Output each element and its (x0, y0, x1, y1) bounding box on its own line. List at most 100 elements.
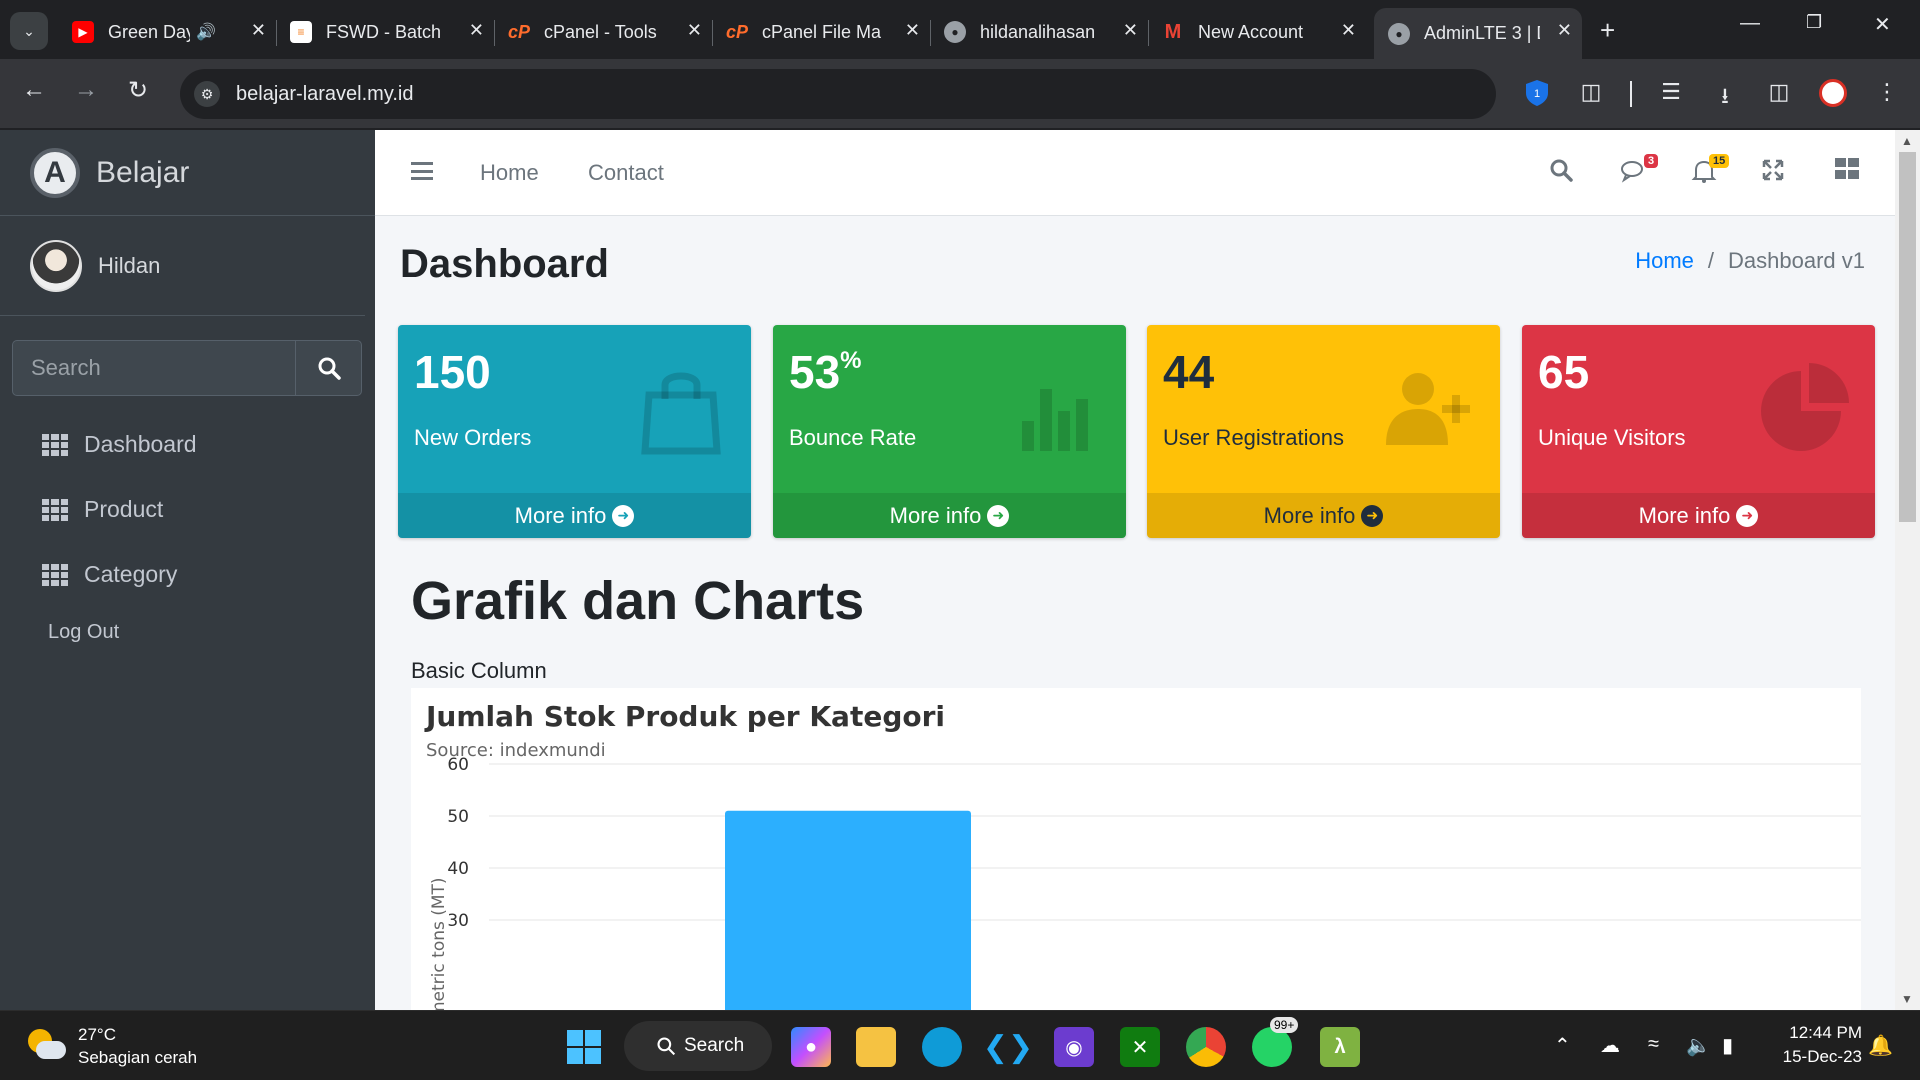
brand-text: Belajar (96, 155, 190, 189)
whatsapp-icon[interactable]: 99+ (1252, 1017, 1299, 1067)
browser-tab[interactable]: M New Account ✕ (1148, 10, 1366, 54)
column-chart: 60 50 40 30metric tons (MT) (429, 755, 1861, 1010)
control-sidebar-icon[interactable] (1835, 158, 1859, 187)
bitwarden-extension-icon[interactable]: 1 (1522, 79, 1552, 113)
restore-window-icon[interactable]: ❐ (1806, 12, 1822, 33)
battery-icon[interactable]: ▮ (1722, 1033, 1733, 1058)
page-scrollbar[interactable]: ▲ ▼ (1895, 130, 1920, 1010)
close-tab-icon[interactable]: ✕ (251, 20, 266, 41)
messages-badge: 3 (1644, 154, 1659, 168)
profile-avatar-icon[interactable] (1818, 79, 1848, 107)
notifications-bell-icon[interactable]: 15 (1691, 154, 1730, 191)
reload-icon[interactable]: ↻ (128, 76, 148, 105)
arrow-circle-right-icon: ➜ (1361, 504, 1384, 527)
scrollbar-thumb[interactable] (1899, 152, 1916, 522)
more-info-link[interactable]: More info ➜ (398, 493, 751, 538)
chart-card: Jumlah Stok Produk per Kategori Source: … (411, 688, 1861, 1010)
close-window-icon[interactable]: ✕ (1874, 12, 1891, 37)
browser-tab[interactable]: ≡ FSWD - Batch ✕ (276, 10, 495, 54)
edge-icon[interactable] (922, 1027, 962, 1067)
windows-start-icon[interactable] (564, 1027, 604, 1067)
grid-icon (42, 498, 68, 521)
chrome-icon[interactable] (1186, 1027, 1226, 1067)
side-panel-icon[interactable]: ◫ (1764, 79, 1794, 105)
user-panel[interactable]: Hildan (0, 216, 365, 316)
content-wrapper: Home Contact 3 15 Dashboard Home / Dashb… (375, 130, 1895, 1010)
weather-widget[interactable]: 27°C Sebagian cerah (26, 1023, 197, 1069)
wifi-icon[interactable]: ≈ (1648, 1033, 1659, 1056)
sidebar-search-input[interactable] (12, 340, 295, 396)
chart-bar[interactable] (725, 810, 971, 1010)
hamburger-menu-icon[interactable] (411, 162, 433, 180)
extensions-puzzle-icon[interactable]: ◫ (1576, 79, 1606, 105)
partly-cloudy-icon (26, 1029, 66, 1063)
onedrive-cloud-icon[interactable]: ☁ (1600, 1033, 1620, 1058)
close-tab-icon[interactable]: ✕ (905, 20, 920, 41)
close-tab-icon[interactable]: ✕ (1123, 20, 1138, 41)
nav-link-contact[interactable]: Contact (588, 160, 664, 186)
sidebar-item-dashboard[interactable]: Dashboard (0, 412, 375, 477)
browser-tab-active[interactable]: ● AdminLTE 3 | D ✕ (1374, 8, 1582, 59)
close-tab-icon[interactable]: ✕ (687, 20, 702, 41)
minimize-window-icon[interactable]: — (1740, 12, 1760, 35)
show-hidden-icons-chevron-icon[interactable]: ⌃ (1554, 1033, 1571, 1058)
shopping-bag-icon (641, 372, 721, 455)
arrow-circle-right-icon: ➜ (1736, 504, 1759, 527)
notification-bell-icon[interactable]: 🔔 (1868, 1033, 1893, 1058)
chart-y-tick-label: 50 (447, 807, 469, 827)
media-control-icon[interactable]: ☰ (1656, 79, 1686, 105)
sidebar-item-category[interactable]: Category (0, 542, 375, 607)
new-tab-button[interactable]: + (1600, 15, 1615, 46)
more-info-link[interactable]: More info ➜ (1147, 493, 1500, 538)
tab-title: hildanalihasan (980, 21, 1096, 42)
chart-y-axis-label: metric tons (MT) (429, 877, 449, 1010)
back-icon[interactable]: ← (22, 76, 46, 104)
scroll-down-icon[interactable]: ▼ (1901, 992, 1913, 1006)
close-tab-icon[interactable]: ✕ (1341, 20, 1356, 41)
address-bar[interactable]: ⚙ belajar-laravel.my.id (180, 69, 1496, 119)
file-explorer-icon[interactable] (856, 1027, 896, 1067)
download-icon[interactable]: ⭳ (1710, 79, 1740, 117)
sidebar-item-label: Product (84, 496, 164, 522)
more-info-link[interactable]: More info ➜ (1522, 493, 1875, 538)
vscode-icon[interactable]: ❮❯ (983, 1027, 1033, 1067)
brand-link[interactable]: A Belajar (0, 130, 375, 216)
box-value: 53% (789, 346, 862, 398)
pie-chart-icon (1761, 363, 1849, 451)
url-text[interactable]: belajar-laravel.my.id (236, 83, 413, 106)
taskbar-search[interactable]: Search (624, 1021, 772, 1071)
logout-link[interactable]: Log Out (0, 607, 375, 657)
breadcrumb-home-link[interactable]: Home (1635, 248, 1694, 274)
close-tab-icon[interactable]: ✕ (469, 20, 484, 41)
browser-tab[interactable]: ▶ Green Day 🔊 ✕ (58, 10, 277, 54)
close-tab-icon[interactable]: ✕ (1557, 20, 1572, 41)
browser-tab[interactable]: cP cPanel - Tools ✕ (494, 10, 713, 54)
bar-chart-icon (1022, 389, 1088, 451)
chart-caption: Basic Column (411, 658, 547, 683)
tab-search-button[interactable]: ⌄ (10, 12, 48, 50)
sidebar-search-button[interactable] (295, 340, 362, 396)
scroll-up-icon[interactable]: ▲ (1901, 134, 1913, 148)
site-info-icon[interactable]: ⚙ (194, 81, 220, 107)
xbox-icon[interactable]: ✕ (1120, 1027, 1160, 1067)
copilot-icon[interactable]: ● (791, 1027, 831, 1067)
audio-playing-icon[interactable]: 🔊 (196, 22, 216, 42)
lambda-app-icon[interactable]: λ (1320, 1027, 1360, 1067)
search-icon (657, 1037, 676, 1056)
messages-icon[interactable]: 3 (1620, 154, 1659, 191)
user-name[interactable]: Hildan (98, 253, 160, 279)
box-label: New Orders (414, 425, 532, 450)
browser-tab[interactable]: cP cPanel File Ma ✕ (712, 10, 931, 54)
more-info-link[interactable]: More info ➜ (773, 493, 1126, 538)
box-label: User Registrations (1163, 425, 1344, 450)
browser-tab[interactable]: ● hildanalihasan ✕ (930, 10, 1149, 54)
screen-recorder-icon[interactable]: ◉ (1054, 1027, 1094, 1067)
nav-link-home[interactable]: Home (480, 160, 539, 186)
system-clock[interactable]: 12:44 PM 15-Dec-23 (1762, 1021, 1862, 1069)
forward-icon[interactable]: → (74, 76, 98, 104)
fullscreen-expand-icon[interactable] (1761, 158, 1785, 189)
volume-icon[interactable]: 🔈 (1686, 1033, 1711, 1058)
sidebar-item-product[interactable]: Product (0, 477, 375, 542)
navbar-search-icon[interactable] (1549, 158, 1573, 189)
browser-menu-icon[interactable]: ⋮ (1872, 79, 1902, 105)
